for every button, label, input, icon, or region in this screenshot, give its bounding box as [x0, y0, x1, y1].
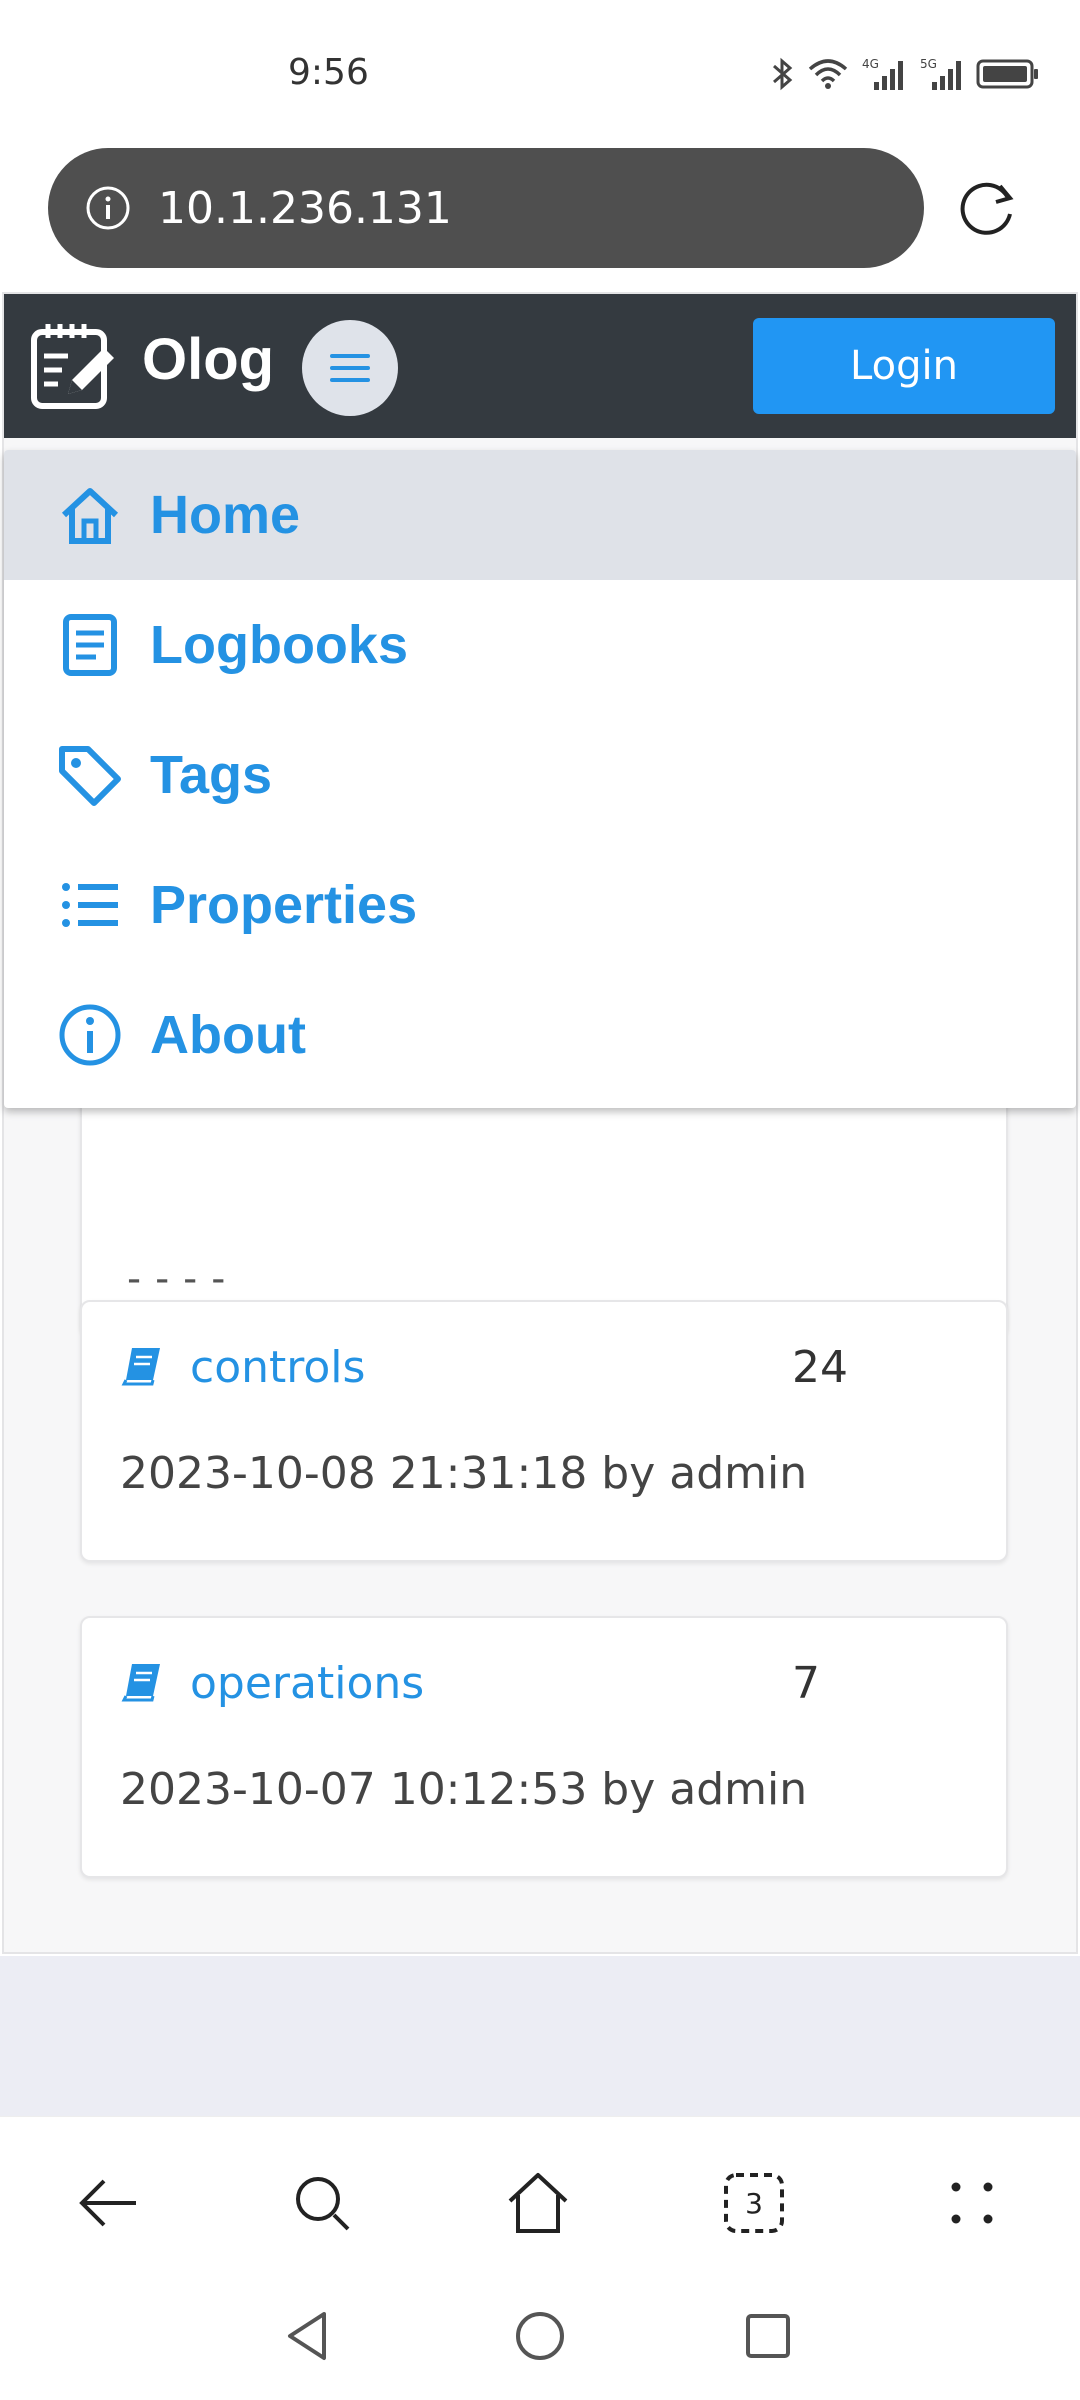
menu-label-properties: Properties	[150, 875, 418, 935]
search-icon	[296, 2177, 350, 2231]
more-icon	[951, 2182, 993, 2224]
system-home-button[interactable]	[510, 2306, 570, 2366]
list-icon	[62, 883, 118, 927]
logbook-icon	[63, 614, 117, 676]
menu-item-home[interactable]: Home	[4, 450, 1076, 580]
home-button[interactable]	[502, 2167, 574, 2239]
system-recents-button[interactable]	[738, 2306, 798, 2366]
login-button[interactable]: Login	[753, 318, 1055, 414]
tab-count: 3	[745, 2186, 763, 2220]
menu-toggle-button[interactable]	[302, 320, 398, 416]
search-button[interactable]	[286, 2167, 358, 2239]
logbook-card[interactable]: controls 24 2023-10-08 21:31:18 by admin	[80, 1300, 1008, 1562]
logbook-name-link[interactable]: controls	[190, 1342, 365, 1393]
signal-5g-icon: 5G	[920, 57, 961, 90]
page-bottom-area	[0, 1956, 1080, 2116]
status-icons: 4G 5G	[770, 56, 1040, 92]
more-button[interactable]	[936, 2167, 1008, 2239]
logbook-entry-count: 24	[792, 1342, 848, 1393]
system-navigation-bar	[0, 2286, 1080, 2400]
menu-label-home: Home	[150, 485, 301, 545]
square-recents-icon	[746, 2314, 790, 2358]
logbook-pencil-icon[interactable]	[28, 320, 120, 412]
nav-dropdown-menu: Home Logbooks Tags Properties About	[4, 450, 1076, 1108]
menu-label-tags: Tags	[150, 745, 273, 805]
app-navbar: Olog Login	[4, 294, 1076, 438]
reload-icon[interactable]	[956, 176, 1020, 240]
tag-icon	[59, 746, 121, 806]
menu-item-properties[interactable]: Properties	[4, 840, 1076, 970]
network-label-4g: 4G	[862, 57, 879, 71]
logbook-updated: 2023-10-07 10:12:53 by admin	[120, 1764, 808, 1815]
status-bar: 9:56 4G 5G	[0, 0, 1080, 140]
back-arrow-icon	[79, 2179, 136, 2227]
book-icon	[121, 1664, 160, 1702]
menu-item-tags[interactable]: Tags	[4, 710, 1076, 840]
signal-4g-icon: 4G	[862, 57, 903, 90]
book-icon	[121, 1348, 160, 1386]
network-label-5g: 5G	[920, 57, 937, 71]
bluetooth-icon	[773, 57, 793, 91]
home-icon	[61, 488, 119, 544]
home-icon	[508, 2173, 568, 2233]
battery-icon	[976, 59, 1038, 89]
address-bar[interactable]: 10.1.236.131	[48, 148, 924, 268]
triangle-back-icon	[288, 2312, 326, 2360]
hamburger-icon	[330, 354, 370, 382]
card-placeholder-text: ----	[122, 1256, 235, 1302]
logbook-updated: 2023-10-08 21:31:18 by admin	[120, 1448, 808, 1499]
system-back-button[interactable]	[278, 2306, 338, 2366]
wifi-icon	[808, 59, 848, 89]
browser-toolbar: 3	[0, 2116, 1080, 2286]
menu-label-about: About	[150, 1005, 306, 1065]
url-text[interactable]: 10.1.236.131	[158, 183, 452, 234]
menu-item-about[interactable]: About	[4, 970, 1076, 1100]
logbook-entry-count: 7	[792, 1658, 820, 1709]
circle-home-icon	[516, 2312, 564, 2360]
app-title[interactable]: Olog	[142, 326, 274, 393]
logbook-card[interactable]: operations 7 2023-10-07 10:12:53 by admi…	[80, 1616, 1008, 1878]
tabs-button[interactable]: 3	[718, 2167, 790, 2239]
logbook-name-link[interactable]: operations	[190, 1658, 424, 1709]
back-button[interactable]	[72, 2167, 144, 2239]
info-icon[interactable]	[84, 184, 132, 232]
menu-item-logbooks[interactable]: Logbooks	[4, 580, 1076, 710]
status-time: 9:56	[288, 52, 369, 93]
menu-label-logbooks: Logbooks	[150, 615, 408, 675]
address-bar-row: 10.1.236.131	[0, 140, 1080, 290]
info-circle-icon	[59, 1004, 121, 1066]
